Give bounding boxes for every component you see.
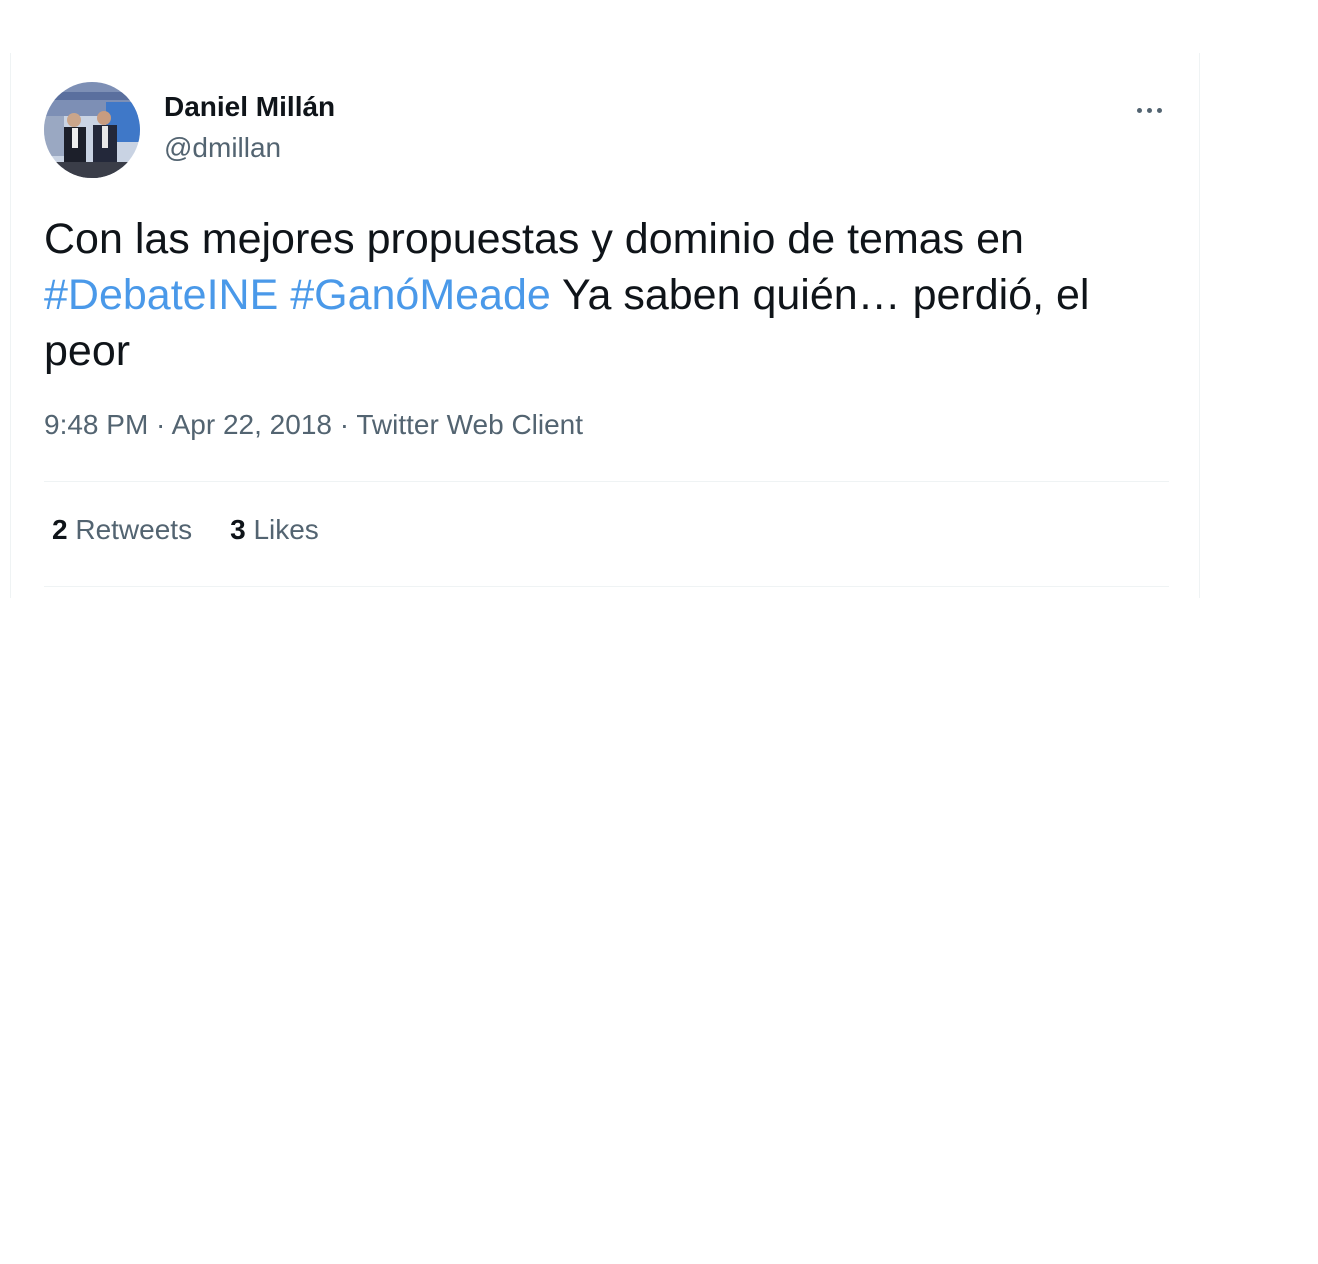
likes-label: Likes <box>253 514 319 545</box>
tweet-meta: 9:48 PM · Apr 22, 2018 · Twitter Web Cli… <box>44 409 583 441</box>
author-name[interactable]: Daniel Millán <box>164 91 335 123</box>
retweets-count: 2 <box>52 514 68 545</box>
likes-count: 3 <box>230 514 246 545</box>
author-handle[interactable]: @dmillan <box>164 132 281 164</box>
avatar[interactable] <box>44 82 140 178</box>
tweet-text-part1: Con las mejores propuestas y dominio de … <box>44 215 1024 263</box>
likes-stat[interactable]: 3 Likes <box>230 514 319 546</box>
more-horizontal-icon <box>1134 100 1164 118</box>
hashtag-debateine[interactable]: #DebateINE <box>44 271 278 319</box>
tweet-stats: 2 Retweets 3 Likes <box>52 514 357 546</box>
meta-separator: · <box>331 409 357 440</box>
tweet-time[interactable]: 9:48 PM <box>44 409 148 440</box>
tweet-card: Daniel Millán @dmillan Con las mejores p… <box>10 53 1200 598</box>
tweet-date[interactable]: Apr 22, 2018 <box>172 409 332 440</box>
more-options-button[interactable] <box>1121 91 1177 127</box>
divider <box>44 586 1169 587</box>
divider <box>44 481 1169 482</box>
tweet-text-space <box>278 271 290 319</box>
retweets-label: Retweets <box>75 514 193 545</box>
avatar-image <box>44 82 140 178</box>
retweets-stat[interactable]: 2 Retweets <box>52 514 192 546</box>
tweet-source: Twitter Web Client <box>356 409 584 440</box>
meta-separator: · <box>148 409 172 440</box>
hashtag-ganomeade[interactable]: #GanóMeade <box>290 271 551 319</box>
tweet-text: Con las mejores propuestas y dominio de … <box>44 211 1174 379</box>
